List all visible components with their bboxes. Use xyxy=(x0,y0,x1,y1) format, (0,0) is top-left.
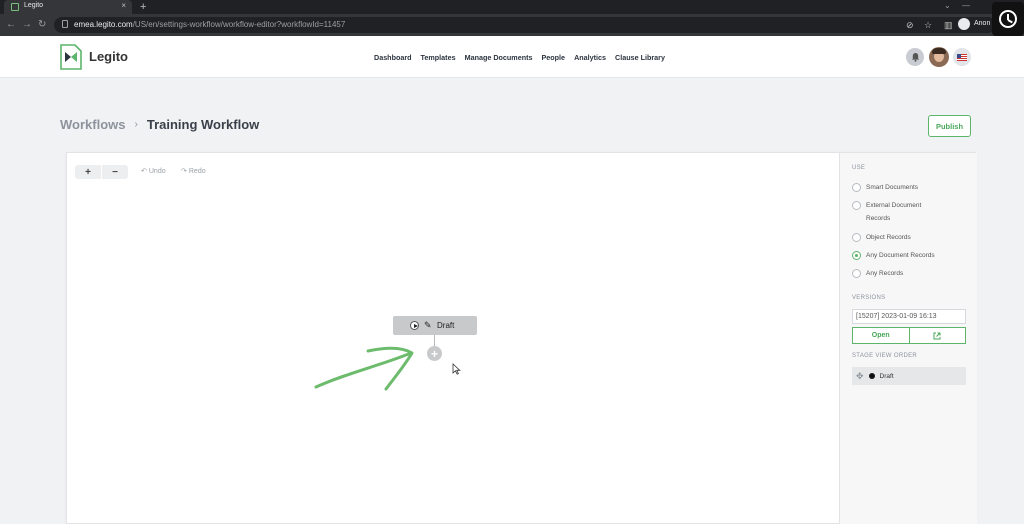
browser-tabbar: Legito × + ⌄ — xyxy=(0,0,1024,14)
play-icon[interactable] xyxy=(410,321,419,330)
undo-button[interactable]: ↶ Undo xyxy=(141,167,166,176)
legito-favicon-icon xyxy=(11,3,19,11)
nav-clause-library[interactable]: Clause Library xyxy=(615,53,665,62)
use-option-any-document-records[interactable]: Any Document Records xyxy=(852,251,946,262)
forward-icon[interactable]: → xyxy=(22,19,32,31)
notifications-button[interactable] xyxy=(906,48,924,66)
profile-avatar[interactable] xyxy=(958,18,970,30)
zoom-in-button[interactable]: + xyxy=(75,165,101,179)
main-nav: Dashboard Templates Manage Documents Peo… xyxy=(374,53,665,62)
nav-templates[interactable]: Templates xyxy=(421,53,456,62)
workflow-editor: + − ↶ Undo ↷ Redo ✎ Draft + USE Smart Do… xyxy=(66,152,977,524)
minimize-icon[interactable]: — xyxy=(962,1,970,10)
sidepanel-icon[interactable]: ▥ xyxy=(944,19,953,31)
bell-icon xyxy=(911,53,919,62)
stage-view-order-heading: STAGE VIEW ORDER xyxy=(852,353,918,359)
user-avatar[interactable] xyxy=(929,47,949,67)
stage-color-dot xyxy=(868,373,875,379)
versions-heading: VERSIONS xyxy=(852,295,886,301)
workflow-sidebar: USE Smart Documents External Document Re… xyxy=(839,153,977,524)
radio-label: External Document Records xyxy=(866,202,922,222)
radio-label: Any Records xyxy=(866,270,904,277)
version-actions: Open xyxy=(852,327,966,344)
lock-icon xyxy=(62,20,68,28)
undo-label: Undo xyxy=(148,167,166,175)
nav-dashboard[interactable]: Dashboard xyxy=(374,53,412,62)
radio-button[interactable] xyxy=(852,233,861,242)
breadcrumb-workflows[interactable]: Workflows xyxy=(60,117,126,132)
use-option-smart-documents[interactable]: Smart Documents xyxy=(852,183,946,194)
radio-label: Smart Documents xyxy=(866,184,919,191)
version-select[interactable]: [15207] 2023-01-09 16:13 xyxy=(852,309,966,324)
star-icon[interactable]: ☆ xyxy=(924,19,932,31)
use-option-any-records[interactable]: Any Records xyxy=(852,269,946,280)
open-version-button[interactable]: Open xyxy=(853,328,909,343)
use-heading: USE xyxy=(852,165,866,171)
radio-button[interactable] xyxy=(852,183,861,192)
tab-title: Legito xyxy=(24,2,44,9)
stage-order-label: Draft xyxy=(879,372,894,380)
new-tab-button[interactable]: + xyxy=(140,0,146,14)
profile-name: Anon xyxy=(974,20,991,27)
edit-pen-icon[interactable]: ✎ xyxy=(424,320,432,330)
radio-button-checked[interactable] xyxy=(852,251,861,260)
nav-manage-documents[interactable]: Manage Documents xyxy=(465,53,533,62)
chevron-down-icon[interactable]: ⌄ xyxy=(944,1,951,10)
use-option-external-document-records[interactable]: External Document Records xyxy=(852,201,946,225)
eye-off-icon[interactable]: ⊘ xyxy=(906,19,914,31)
radio-button[interactable] xyxy=(852,269,861,278)
clock-icon xyxy=(992,2,1024,36)
page-title: Training Workflow xyxy=(146,117,260,132)
publish-button[interactable]: Publish xyxy=(928,115,971,137)
stage-order-item[interactable]: ✥ Draft xyxy=(852,367,966,385)
open-external-button[interactable] xyxy=(908,328,966,343)
add-stage-button[interactable]: + xyxy=(427,346,442,361)
use-option-object-records[interactable]: Object Records xyxy=(852,233,946,244)
breadcrumb: Workflows › Training Workflow xyxy=(60,117,259,132)
stage-label: Draft xyxy=(437,321,455,330)
address-bar[interactable]: emea.legito.com/US/en/settings-workflow/… xyxy=(54,17,996,33)
redo-label: Redo xyxy=(188,167,206,175)
language-selector[interactable] xyxy=(953,48,971,66)
chevron-right-icon: › xyxy=(134,119,138,130)
back-icon[interactable]: ← xyxy=(6,19,16,31)
external-link-icon xyxy=(933,332,941,339)
undo-icon: ↶ xyxy=(141,168,147,175)
legito-logo-icon[interactable] xyxy=(60,44,82,70)
radio-label: Any Document Records xyxy=(866,252,935,259)
us-flag-icon xyxy=(957,53,967,61)
workflow-canvas[interactable]: + − ↶ Undo ↷ Redo ✎ Draft + xyxy=(67,153,839,524)
app-header: Legito Dashboard Templates Manage Docume… xyxy=(0,36,1024,78)
tab-close-icon[interactable]: × xyxy=(121,1,126,10)
url-text: emea.legito.com/US/en/settings-workflow/… xyxy=(74,20,346,29)
zoom-out-button[interactable]: − xyxy=(101,165,128,179)
browser-tab[interactable]: Legito × xyxy=(4,0,132,14)
drag-handle-icon[interactable]: ✥ xyxy=(856,371,864,382)
reload-icon[interactable]: ↻ xyxy=(38,19,46,31)
browser-toolbar: ← → ↻ emea.legito.com/US/en/settings-wor… xyxy=(0,14,1024,36)
annotation-arrow-icon xyxy=(314,346,414,391)
radio-label: Object Records xyxy=(866,234,911,241)
zoom-controls: + − xyxy=(75,165,128,179)
redo-icon: ↷ xyxy=(181,168,187,175)
nav-people[interactable]: People xyxy=(541,53,565,62)
logo-text[interactable]: Legito xyxy=(89,49,128,64)
mouse-cursor-icon xyxy=(452,363,461,375)
radio-button[interactable] xyxy=(852,201,861,210)
stage-node-draft[interactable]: ✎ Draft xyxy=(393,316,477,335)
redo-button[interactable]: ↷ Redo xyxy=(181,167,206,176)
nav-analytics[interactable]: Analytics xyxy=(574,53,606,62)
